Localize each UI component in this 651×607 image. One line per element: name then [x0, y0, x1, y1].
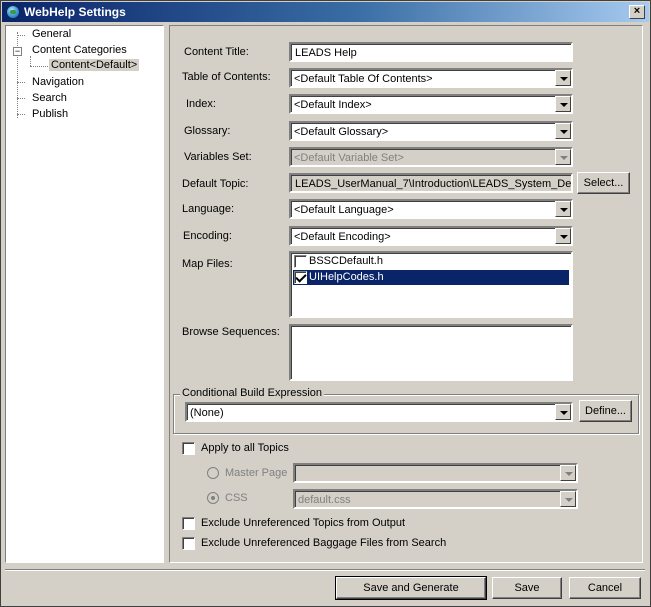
conditional-expression-value: (None) [190, 407, 224, 419]
chevron-down-icon [560, 491, 576, 507]
tree-connector [17, 98, 25, 99]
chevron-down-icon[interactable] [555, 70, 571, 86]
conditional-build-title: Conditional Build Expression [180, 387, 325, 399]
map-file-name: BSSCDefault.h [309, 255, 383, 267]
toc-value: <Default Table Of Contents> [294, 73, 433, 85]
settings-tree[interactable]: General − Content Categories Content<Def… [5, 25, 164, 563]
select-topic-button[interactable]: Select... [577, 172, 630, 194]
footer-divider [5, 569, 645, 571]
tree-connector [30, 66, 48, 67]
app-globe-icon [6, 5, 20, 19]
exclude-topics-label[interactable]: Exclude Unreferenced Topics from Output [201, 517, 405, 529]
chevron-down-icon [555, 149, 571, 165]
tree-connector [17, 32, 18, 118]
map-files-label: Map Files: [182, 258, 233, 270]
chevron-down-icon[interactable] [555, 123, 571, 139]
content-title-label: Content Title: [184, 46, 249, 58]
map-files-list[interactable]: BSSCDefault.h UIHelpCodes.h [289, 251, 573, 318]
exclude-baggage-label[interactable]: Exclude Unreferenced Baggage Files from … [201, 537, 446, 549]
map-file-item[interactable]: BSSCDefault.h [293, 254, 569, 269]
toc-select[interactable]: <Default Table Of Contents> [289, 68, 573, 88]
apply-all-topics-checkbox[interactable] [182, 442, 195, 455]
default-topic-label: Default Topic: [182, 178, 249, 190]
css-select: default.css [293, 489, 578, 509]
index-select[interactable]: <Default Index> [289, 94, 573, 114]
encoding-select[interactable]: <Default Encoding> [289, 226, 573, 246]
window-title: WebHelp Settings [24, 5, 126, 19]
variables-set-value: <Default Variable Set> [294, 152, 404, 164]
content-settings-panel: Content Title: LEADS Help Table of Conte… [169, 25, 643, 563]
define-button[interactable]: Define... [579, 400, 632, 422]
css-label: CSS [225, 492, 248, 504]
chevron-down-icon[interactable] [555, 96, 571, 112]
close-button[interactable]: × [629, 5, 645, 19]
master-page-label: Master Page [225, 467, 288, 479]
glossary-value: <Default Glossary> [294, 126, 389, 138]
language-select[interactable]: <Default Language> [289, 199, 573, 219]
tree-connector [30, 56, 31, 66]
toc-label: Table of Contents: [182, 71, 271, 83]
tree-item-navigation[interactable]: Navigation [32, 76, 84, 88]
default-topic-field: LEADS_UserManual_7\Introduction\LEADS_Sy… [289, 173, 573, 193]
chevron-down-icon[interactable] [555, 228, 571, 244]
master-page-select [293, 463, 578, 483]
index-label: Index: [186, 98, 216, 110]
save-and-generate-button[interactable]: Save and Generate [335, 576, 487, 600]
language-value: <Default Language> [294, 204, 394, 216]
webhelp-settings-window: WebHelp Settings × General − Content Cat… [0, 0, 651, 607]
encoding-label: Encoding: [183, 230, 232, 242]
map-file-name: UIHelpCodes.h [309, 271, 384, 283]
tree-connector [17, 35, 25, 36]
chevron-down-icon[interactable] [555, 201, 571, 217]
glossary-select[interactable]: <Default Glossary> [289, 121, 573, 141]
tree-item-search[interactable]: Search [32, 92, 67, 104]
tree-item-general[interactable]: General [32, 28, 71, 40]
tree-item-content-default[interactable]: Content<Default> [49, 59, 140, 71]
chevron-down-icon [560, 465, 576, 481]
variables-set-label: Variables Set: [184, 151, 252, 163]
browse-sequences-label: Browse Sequences: [182, 326, 280, 338]
encoding-value: <Default Encoding> [294, 231, 391, 243]
content-title-input[interactable]: LEADS Help [289, 42, 573, 62]
map-file-item[interactable]: UIHelpCodes.h [293, 270, 569, 285]
cancel-button[interactable]: Cancel [569, 577, 641, 599]
css-value: default.css [298, 494, 351, 506]
glossary-label: Glossary: [184, 125, 231, 137]
tree-connector [17, 114, 25, 115]
variables-set-select: <Default Variable Set> [289, 147, 573, 167]
css-radio [207, 492, 219, 504]
language-label: Language: [182, 203, 234, 215]
title-bar[interactable]: WebHelp Settings × [2, 2, 649, 22]
conditional-expression-select[interactable]: (None) [185, 402, 573, 422]
save-button[interactable]: Save [492, 577, 562, 599]
browse-sequences-list[interactable] [289, 324, 573, 381]
tree-item-publish[interactable]: Publish [32, 108, 68, 120]
tree-item-content-categories[interactable]: Content Categories [32, 44, 127, 56]
tree-connector [17, 82, 25, 83]
collapse-icon[interactable]: − [13, 47, 22, 56]
map-file-checkbox[interactable] [294, 271, 307, 284]
apply-all-topics-label[interactable]: Apply to all Topics [201, 442, 289, 454]
chevron-down-icon[interactable] [555, 404, 571, 420]
exclude-baggage-checkbox[interactable] [182, 537, 195, 550]
index-value: <Default Index> [294, 99, 372, 111]
master-page-radio [207, 467, 219, 479]
exclude-topics-checkbox[interactable] [182, 517, 195, 530]
map-file-checkbox[interactable] [294, 255, 307, 268]
